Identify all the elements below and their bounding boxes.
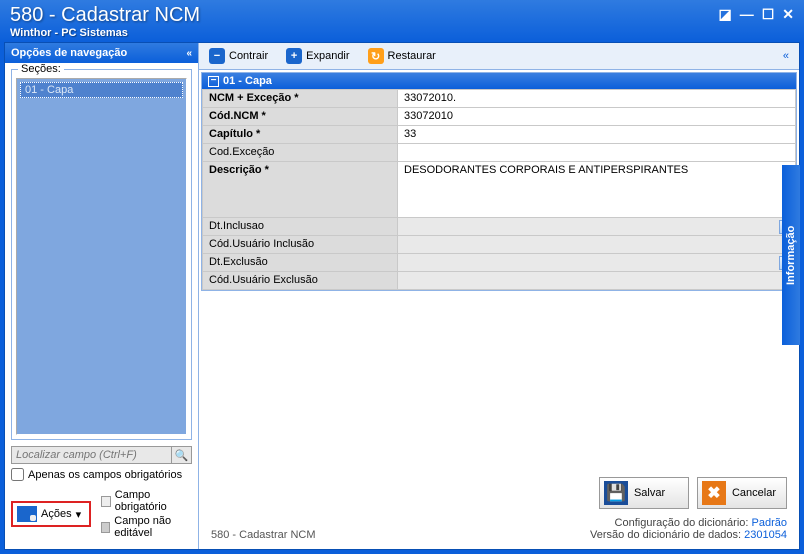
- legend-readonly-icon: [101, 522, 110, 533]
- minimize-icon[interactable]: —: [740, 6, 754, 23]
- status-right: Configuração do dicionário: Padrão Versã…: [590, 517, 787, 541]
- val-descricao[interactable]: DESODORANTES CORPORAIS E ANTIPERSPIRANTE…: [398, 162, 796, 218]
- window: 580 - Cadastrar NCM Winthor - PC Sistema…: [0, 0, 804, 554]
- toolbar: −Contrair + Expandir ↻ Restaurar «: [199, 43, 799, 70]
- lbl-descricao: Descrição *: [203, 162, 398, 218]
- expandir-label: Expandir: [306, 50, 349, 62]
- window-subtitle: Winthor - PC Sistemas: [10, 27, 200, 39]
- actions-button[interactable]: Ações ▾: [11, 501, 91, 527]
- lbl-dtinclusao: Dt.Inclusao: [203, 218, 398, 236]
- version-value[interactable]: 2301054: [744, 529, 787, 541]
- search-button[interactable]: 🔍: [172, 446, 192, 464]
- contrair-label: Contrair: [229, 50, 268, 62]
- save-label: Salvar: [634, 487, 665, 499]
- info-tab-label: Informação: [785, 225, 797, 284]
- cancel-button[interactable]: ✖ Cancelar: [697, 477, 787, 509]
- val-codusr-exc[interactable]: [398, 272, 796, 290]
- save-icon: 💾: [604, 481, 628, 505]
- main-panel: −Contrair +Expandir ↻Restaurar « − 01 - …: [199, 43, 799, 549]
- sidebar: Opções de navegação « Seções: 01 - Capa …: [5, 43, 199, 549]
- actions-icon: [17, 506, 37, 522]
- lbl-dtexclusao: Dt.Exclusão: [203, 254, 398, 272]
- val-dtexclusao[interactable]: ▾: [398, 254, 796, 272]
- expandir-button[interactable]: + Expandir: [282, 46, 353, 66]
- val-capitulo[interactable]: 33: [398, 126, 796, 144]
- maximize-icon[interactable]: ☐: [762, 6, 775, 23]
- section-header[interactable]: − 01 - Capa: [202, 73, 796, 89]
- search-icon: 🔍: [175, 449, 189, 462]
- contrair-button[interactable]: −Contrair: [205, 46, 272, 66]
- lbl-codexcecao: Cod.Exceção: [203, 144, 398, 162]
- restore-icon[interactable]: ◪: [718, 6, 731, 23]
- cancel-label: Cancelar: [732, 487, 776, 499]
- section-title: 01 - Capa: [223, 75, 272, 87]
- sections-label: Seções:: [18, 63, 64, 75]
- val-codusr-inc[interactable]: [398, 236, 796, 254]
- plus-icon: +: [286, 48, 302, 64]
- val-codexcecao[interactable]: [398, 144, 796, 162]
- status-left: 580 - Cadastrar NCM: [211, 529, 316, 541]
- nav-header-label: Opções de navegação: [11, 47, 127, 59]
- val-codncm[interactable]: 33072010: [398, 108, 796, 126]
- titlebar: 580 - Cadastrar NCM Winthor - PC Sistema…: [0, 0, 804, 42]
- collapse-icon[interactable]: −: [208, 76, 219, 87]
- restaurar-label: Restaurar: [388, 50, 436, 62]
- nav-header[interactable]: Opções de navegação «: [5, 43, 198, 63]
- tree-item-capa[interactable]: 01 - Capa: [20, 82, 183, 98]
- lbl-capitulo: Capítulo *: [203, 126, 398, 144]
- only-required-checkbox[interactable]: Apenas os campos obrigatórios: [11, 468, 192, 481]
- legend-readonly-label: Campo não editável: [114, 515, 192, 539]
- search-input[interactable]: [11, 446, 172, 464]
- lbl-codusr-inc: Cód.Usuário Inclusão: [203, 236, 398, 254]
- chevron-down-icon: ▾: [76, 508, 82, 521]
- config-label: Configuração do dicionário:: [615, 517, 749, 529]
- only-required-input[interactable]: [11, 468, 24, 481]
- legend: Campo obrigatório Campo não editável: [101, 489, 192, 539]
- sections-box: Seções: 01 - Capa: [11, 69, 192, 440]
- form-grid: − 01 - Capa NCM + Exceção *33072010. Cód…: [201, 72, 797, 291]
- save-button[interactable]: 💾 Salvar: [599, 477, 689, 509]
- only-required-label: Apenas os campos obrigatórios: [28, 469, 182, 481]
- cancel-icon: ✖: [702, 481, 726, 505]
- actions-label: Ações: [41, 508, 72, 520]
- legend-required-label: Campo obrigatório: [115, 489, 192, 513]
- config-value[interactable]: Padrão: [752, 517, 787, 529]
- lbl-ncm-excecao: NCM + Exceção *: [203, 90, 398, 108]
- lbl-codncm: Cód.NCM *: [203, 108, 398, 126]
- sections-tree[interactable]: 01 - Capa: [16, 78, 187, 435]
- window-title: 580 - Cadastrar NCM: [10, 4, 200, 27]
- close-icon[interactable]: ✕: [782, 6, 794, 23]
- version-label: Versão do dicionário de dados:: [590, 529, 741, 541]
- fire-icon: ↻: [368, 48, 384, 64]
- chevron-right-icon[interactable]: «: [779, 50, 793, 62]
- val-dtinclusao[interactable]: ▾: [398, 218, 796, 236]
- restaurar-button[interactable]: ↻ Restaurar: [364, 46, 440, 66]
- legend-required-icon: [101, 496, 111, 507]
- minus-icon: −: [209, 48, 225, 64]
- lbl-codusr-exc: Cód.Usuário Exclusão: [203, 272, 398, 290]
- info-tab[interactable]: Informação: [782, 165, 800, 345]
- chevron-left-icon[interactable]: «: [186, 48, 192, 59]
- val-ncm-excecao[interactable]: 33072010.: [398, 90, 796, 108]
